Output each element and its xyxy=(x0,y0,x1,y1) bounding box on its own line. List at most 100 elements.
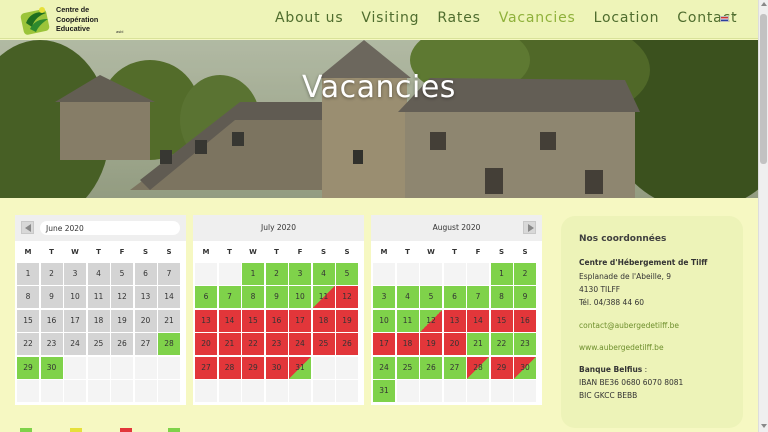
calendar-day[interactable]: 22 xyxy=(490,333,513,355)
calendar-day[interactable]: 27 xyxy=(195,356,217,379)
calendar-day[interactable]: 15 xyxy=(490,309,513,332)
language-flag-icon[interactable] xyxy=(720,16,729,22)
calendar-day[interactable]: 2 xyxy=(40,262,63,285)
calendar-day[interactable]: 23 xyxy=(514,333,536,355)
contact-website-link[interactable]: www.aubergedetilff.be xyxy=(579,343,664,352)
calendar-day[interactable]: 29 xyxy=(490,356,513,379)
calendar-day[interactable]: 31 xyxy=(289,356,311,379)
calendar-day[interactable]: 3 xyxy=(289,262,311,285)
calendar-day[interactable]: 13 xyxy=(195,309,217,332)
calendar-day[interactable]: 10 xyxy=(64,286,86,308)
calendar-day[interactable]: 21 xyxy=(158,309,180,332)
calendar-day[interactable]: 26 xyxy=(336,333,358,355)
calendar-day[interactable]: 5 xyxy=(336,262,358,285)
contact-email-link[interactable]: contact@aubergedetilff.be xyxy=(579,321,679,330)
calendar-day[interactable]: 16 xyxy=(40,309,63,332)
calendar-day[interactable]: 29 xyxy=(17,356,39,379)
calendar-day[interactable]: 21 xyxy=(467,333,489,355)
scroll-thumb[interactable] xyxy=(760,14,767,164)
calendar-day[interactable]: 24 xyxy=(373,356,395,379)
nav-rates[interactable]: Rates xyxy=(437,10,480,26)
calendar-day[interactable]: 4 xyxy=(87,262,110,285)
page-scrollbar[interactable] xyxy=(758,0,768,432)
calendar-day[interactable]: 6 xyxy=(195,286,217,308)
calendar-day[interactable]: 10 xyxy=(289,286,311,308)
calendar-day[interactable]: 1 xyxy=(490,262,513,285)
calendar-day[interactable]: 16 xyxy=(265,309,288,332)
calendar-day[interactable]: 11 xyxy=(396,309,419,332)
calendar-day[interactable]: 22 xyxy=(242,333,264,355)
scroll-up-icon[interactable] xyxy=(761,2,767,6)
calendar-day[interactable]: 30 xyxy=(40,356,63,379)
calendar-day[interactable]: 6 xyxy=(443,286,466,308)
calendar-day[interactable]: 12 xyxy=(111,286,133,308)
nav-visiting[interactable]: Visiting xyxy=(361,10,419,26)
calendar-day[interactable]: 5 xyxy=(420,286,442,308)
calendar-day[interactable]: 8 xyxy=(242,286,264,308)
calendar-day[interactable]: 11 xyxy=(312,286,335,308)
calendar-day[interactable]: 30 xyxy=(514,356,536,379)
nav-about-us[interactable]: About us xyxy=(275,10,343,26)
calendar-day[interactable]: 28 xyxy=(218,356,241,379)
nav-vacancies[interactable]: Vacancies xyxy=(499,10,576,26)
calendar-day[interactable]: 7 xyxy=(218,286,241,308)
calendar-day[interactable]: 9 xyxy=(265,286,288,308)
calendar-day[interactable]: 18 xyxy=(87,309,110,332)
calendar-day[interactable]: 14 xyxy=(467,309,489,332)
calendar-day[interactable]: 30 xyxy=(265,356,288,379)
calendar-day[interactable]: 28 xyxy=(467,356,489,379)
calendar-day[interactable]: 29 xyxy=(242,356,264,379)
calendar-day[interactable]: 1 xyxy=(242,262,264,285)
calendar-day[interactable]: 24 xyxy=(289,333,311,355)
calendar-day[interactable]: 25 xyxy=(396,356,419,379)
calendar-day[interactable]: 14 xyxy=(218,309,241,332)
calendar-day[interactable]: 31 xyxy=(373,380,395,402)
calendar-day[interactable]: 9 xyxy=(514,286,536,308)
calendar-day[interactable]: 25 xyxy=(87,333,110,355)
calendar-day[interactable]: 9 xyxy=(40,286,63,308)
calendar-day[interactable]: 20 xyxy=(134,309,157,332)
calendar-day[interactable]: 4 xyxy=(396,286,419,308)
calendar-day[interactable]: 26 xyxy=(111,333,133,355)
calendar-day[interactable]: 23 xyxy=(40,333,63,355)
calendar-day[interactable]: 14 xyxy=(158,286,180,308)
calendar-day[interactable]: 23 xyxy=(265,333,288,355)
calendar-day[interactable]: 20 xyxy=(195,333,217,355)
calendar-day[interactable]: 21 xyxy=(218,333,241,355)
calendar-day[interactable]: 15 xyxy=(242,309,264,332)
calendar-day[interactable]: 4 xyxy=(312,262,335,285)
calendar-day[interactable]: 12 xyxy=(336,286,358,308)
next-month-button[interactable] xyxy=(523,221,536,234)
calendar-day[interactable]: 3 xyxy=(64,262,86,285)
prev-month-button[interactable] xyxy=(21,221,34,234)
calendar-day[interactable]: 2 xyxy=(514,262,536,285)
calendar-day[interactable]: 8 xyxy=(490,286,513,308)
calendar-day[interactable]: 26 xyxy=(420,356,442,379)
calendar-day[interactable]: 19 xyxy=(420,333,442,355)
calendar-day[interactable]: 13 xyxy=(443,309,466,332)
calendar-day[interactable]: 8 xyxy=(17,286,39,308)
calendar-day[interactable]: 28 xyxy=(158,333,180,355)
calendar-day[interactable]: 17 xyxy=(373,333,395,355)
site-logo[interactable]: Centre de Coopération Educative asbl xyxy=(20,3,130,37)
calendar-day[interactable]: 17 xyxy=(64,309,86,332)
calendar-day[interactable]: 2 xyxy=(265,262,288,285)
scroll-down-icon[interactable] xyxy=(761,424,767,428)
calendar-day[interactable]: 16 xyxy=(514,309,536,332)
calendar-day[interactable]: 20 xyxy=(443,333,466,355)
calendar-day[interactable]: 13 xyxy=(134,286,157,308)
calendar-day[interactable]: 6 xyxy=(134,262,157,285)
calendar-day[interactable]: 11 xyxy=(87,286,110,308)
calendar-day[interactable]: 7 xyxy=(158,262,180,285)
calendar-day[interactable]: 24 xyxy=(64,333,86,355)
calendar-day[interactable]: 10 xyxy=(373,309,395,332)
chevron-down-icon[interactable]: ⌄ xyxy=(731,9,739,19)
calendar-day[interactable]: 3 xyxy=(373,286,395,308)
calendar-day[interactable]: 19 xyxy=(111,309,133,332)
calendar-day[interactable]: 17 xyxy=(289,309,311,332)
calendar-day[interactable]: 15 xyxy=(17,309,39,332)
calendar-day[interactable]: 12 xyxy=(420,309,442,332)
calendar-day[interactable]: 27 xyxy=(443,356,466,379)
calendar-day[interactable]: 5 xyxy=(111,262,133,285)
month-select[interactable]: June 2020 xyxy=(40,221,180,235)
